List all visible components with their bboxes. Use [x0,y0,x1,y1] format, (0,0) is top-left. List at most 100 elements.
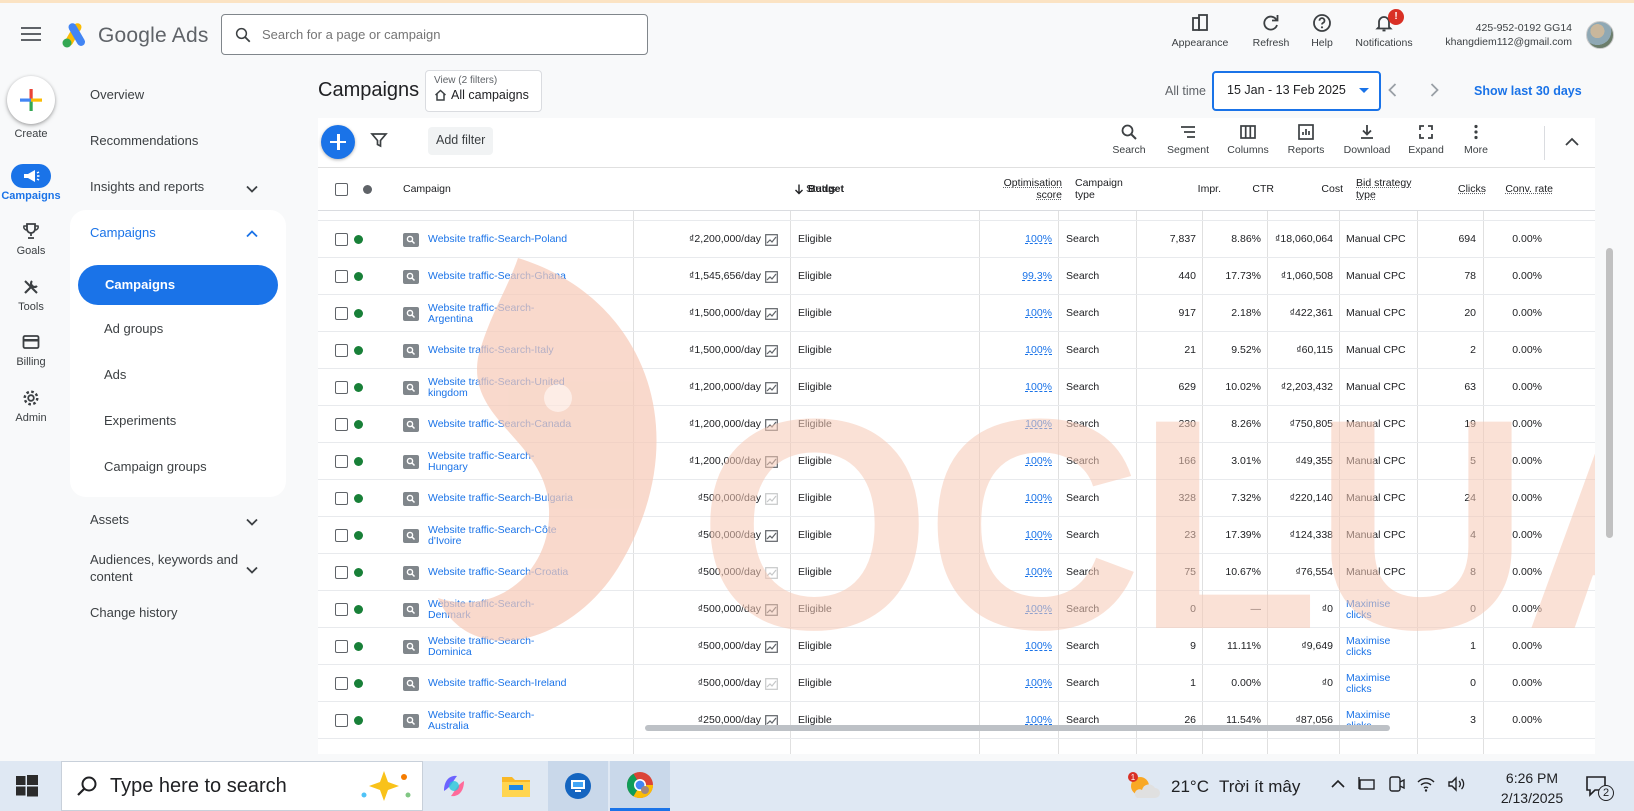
meet-now-icon[interactable] [1386,774,1406,794]
optimisation-score-link[interactable]: 100% [1025,493,1052,504]
campaign-name-link[interactable]: Website traffic-Search- Denmark [428,591,628,628]
col-status[interactable]: Status [806,168,836,210]
pen-tablet-icon[interactable] [1357,774,1377,794]
toolbar-more-button[interactable]: More [1446,123,1506,156]
col-ctr[interactable]: CTR [1218,168,1274,210]
chevron-up-icon[interactable] [245,227,259,241]
budget-cell[interactable]: ₫2,200,000/day [638,221,778,258]
notifications-button[interactable]: ! Notifications [1344,9,1424,49]
toolbar-download-button[interactable]: Download [1337,123,1397,156]
system-clock[interactable]: 6:26 PM 2/13/2025 [1490,768,1574,808]
campaign-name-link[interactable]: Website traffic-Search-Italy [428,332,628,369]
trend-chart-icon[interactable] [765,603,778,616]
row-checkbox[interactable] [335,492,348,505]
nav-overview[interactable]: Overview [90,87,144,102]
budget-cell[interactable]: ₫1,200,000/day [638,443,778,480]
rail-billing[interactable]: Billing [0,330,62,368]
nav-campaigns-group[interactable]: Campaigns [90,225,156,240]
chevron-down-icon[interactable] [245,182,259,196]
table-row[interactable]: Website traffic-Search-Poland ₫2,200,000… [318,221,1595,258]
date-range-picker[interactable]: 15 Jan - 13 Feb 2025 [1212,71,1381,111]
optimisation-score-link[interactable]: 100% [1025,567,1052,578]
campaign-name-link[interactable]: Website traffic-Search- Hungary [428,443,628,480]
budget-cell[interactable]: ₫500,000/day [638,591,778,628]
remote-desktop-icon[interactable] [548,761,608,811]
budget-cell[interactable]: ₫500,000/day [638,480,778,517]
col-clicks[interactable]: Clicks [1428,168,1486,210]
row-checkbox[interactable] [335,233,348,246]
table-row[interactable]: Website traffic-Search-Canada ₫1,200,000… [318,406,1595,443]
trend-chart-icon[interactable] [765,566,778,579]
row-checkbox[interactable] [335,714,348,727]
row-checkbox[interactable] [335,566,348,579]
table-row[interactable]: Website traffic-Search-Ireland ₫500,000/… [318,665,1595,702]
optimisation-score-link[interactable]: 100% [1025,308,1052,319]
nav-ad-groups[interactable]: Ad groups [104,321,163,336]
select-all-checkbox[interactable] [335,168,348,210]
table-row[interactable]: Website traffic-Search-United kingdom ₫1,… [318,369,1595,406]
trend-chart-icon[interactable] [765,344,778,357]
search-box[interactable] [221,14,648,55]
campaign-name-link[interactable]: Website traffic-Search-Poland [428,221,628,258]
optimisation-score-link[interactable]: 100% [1025,530,1052,541]
row-checkbox[interactable] [335,603,348,616]
budget-cell[interactable]: ₫1,200,000/day [638,406,778,443]
col-campaign-type[interactable]: Campaign type [1075,168,1123,210]
row-checkbox[interactable] [335,529,348,542]
table-row[interactable]: Website traffic-Search-Ghana ₫1,545,656/… [318,258,1595,295]
trend-chart-icon[interactable] [765,455,778,468]
budget-cell[interactable]: ₫1,200,000/day [638,369,778,406]
file-explorer-icon[interactable] [486,761,546,811]
campaign-name-link[interactable]: Website traffic-Search-United kingdom [428,369,628,406]
optimisation-score-link[interactable]: 100% [1025,419,1052,430]
trend-chart-icon[interactable] [765,307,778,320]
table-row[interactable]: Website traffic-Search- Hungary ₫1,200,00… [318,443,1595,480]
optimisation-score-link[interactable]: 99.3% [1022,271,1052,282]
nav-campaigns-active[interactable]: Campaigns [78,265,278,305]
budget-cell[interactable]: ₫250,000/day [638,702,778,739]
budget-cell[interactable]: ₫500,000/day [638,554,778,591]
search-input[interactable] [260,26,620,43]
table-row[interactable]: Website traffic-Search-Croatia ₫500,000/… [318,554,1595,591]
optimisation-score-link[interactable]: 100% [1025,382,1052,393]
toolbar-segment-button[interactable]: Segment [1158,123,1218,156]
nav-change-history[interactable]: Change history [90,605,177,620]
trend-chart-icon[interactable] [765,233,778,246]
budget-cell[interactable]: ₫500,000/day [638,628,778,665]
wifi-icon[interactable] [1416,774,1436,794]
campaign-name-link[interactable]: Website traffic-Search-Croatia [428,554,628,591]
toolbar-reports-button[interactable]: Reports [1276,123,1336,156]
rail-tools[interactable]: Tools [0,275,62,313]
chevron-down-icon[interactable] [245,515,259,529]
budget-cell[interactable]: ₫1,500,000/day [638,295,778,332]
row-checkbox[interactable] [335,677,348,690]
table-row[interactable]: Website traffic-Search-Bulgaria ₫500,000… [318,480,1595,517]
optimisation-score-link[interactable]: 100% [1025,234,1052,245]
chrome-app-icon[interactable] [610,761,670,811]
campaign-name-link[interactable]: Website traffic-Search- Australia [428,702,628,739]
optimisation-score-link[interactable]: 100% [1025,345,1052,356]
trend-chart-icon[interactable] [765,418,778,431]
view-selector[interactable]: View (2 filters) All campaigns [425,70,542,112]
nav-audiences-keywords-content[interactable]: Audiences, keywords and content [90,551,238,585]
campaign-name-link[interactable]: Website traffic-Search- Argentina [428,295,628,332]
nav-insights-and-reports[interactable]: Insights and reports [90,179,204,194]
windows-start-icon[interactable] [16,775,38,797]
chevron-left-icon[interactable] [1383,80,1403,100]
trend-chart-icon[interactable] [765,381,778,394]
budget-cell[interactable]: ₫500,000/day [638,665,778,702]
campaign-name-link[interactable]: Website traffic-Search-Côte d'Ivoire [428,517,628,554]
table-row[interactable]: Website traffic-Search- Australia ₫250,00… [318,702,1595,739]
toolbar-columns-button[interactable]: Columns [1218,123,1278,156]
add-filter-button[interactable]: Add filter [428,127,494,155]
col-bid-strategy-type[interactable]: Bid strategy type [1356,168,1411,210]
weather-widget[interactable]: 1 21°C Trời ít mây [1127,772,1300,802]
trend-chart-icon[interactable] [765,529,778,542]
appearance-button[interactable]: Appearance [1162,13,1238,49]
chevron-down-icon[interactable] [245,563,259,577]
filter-icon[interactable] [370,131,388,149]
row-checkbox[interactable] [335,381,348,394]
col-impr[interactable]: Impr. [1148,168,1221,210]
main-menu-button[interactable] [19,23,43,47]
budget-cell[interactable]: ₫1,545,656/day [638,258,778,295]
